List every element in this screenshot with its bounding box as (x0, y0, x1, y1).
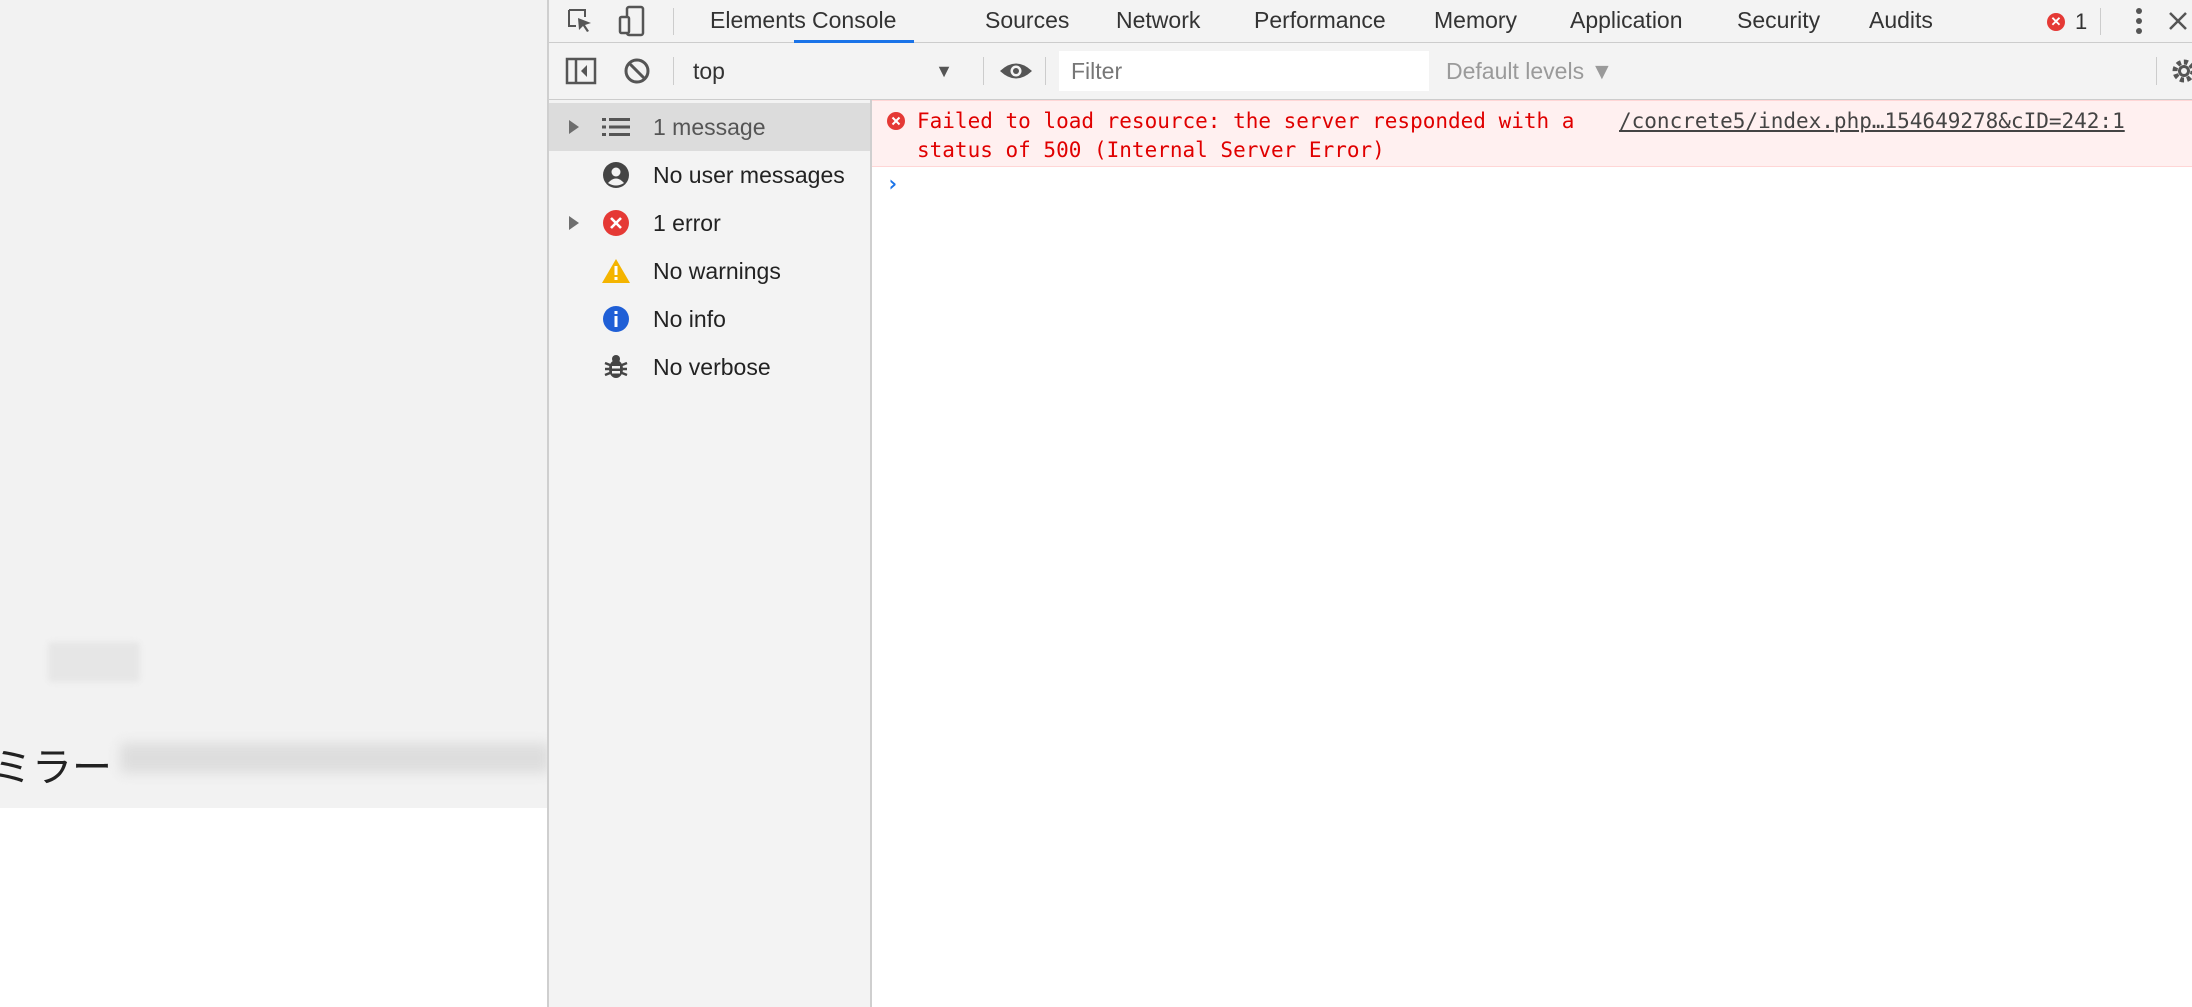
list-icon (601, 112, 631, 142)
tab-performance[interactable]: Performance (1254, 0, 1386, 43)
sidebar-item-label: 1 message (653, 113, 766, 140)
context-value: top (693, 58, 725, 84)
toolbar-separator (673, 57, 674, 85)
sidebar-item-user-messages[interactable]: No user messages (549, 151, 870, 199)
toolbar-separator (983, 57, 984, 85)
error-icon (601, 208, 631, 238)
sidebar-item-verbose[interactable]: No verbose (549, 343, 870, 391)
tab-network[interactable]: Network (1116, 0, 1200, 43)
user-icon (601, 160, 631, 190)
sidebar-item-info[interactable]: No info (549, 295, 870, 343)
warning-icon (601, 256, 631, 286)
tab-audits[interactable]: Audits (1869, 0, 1933, 43)
devtools-tabbar: Elements Console Sources Network Perform… (549, 0, 2192, 43)
sidebar-item-messages[interactable]: 1 message (549, 103, 870, 151)
error-source-link[interactable]: /concrete5/index.php…154649278&cID=242:1 (1619, 107, 2125, 136)
console-messages: Failed to load resource: the server resp… (872, 100, 2192, 1007)
dropdown-arrow-icon: ▼ (935, 61, 953, 81)
sidebar-item-label: 1 error (653, 209, 721, 236)
device-toolbar-icon[interactable] (615, 4, 649, 38)
error-counter[interactable]: ✕ 1 (2047, 0, 2087, 43)
tab-elements[interactable]: Elements (710, 0, 806, 43)
clear-console-icon[interactable] (619, 54, 655, 88)
show-sidebar-icon[interactable] (563, 54, 599, 88)
toolbar-separator (2100, 8, 2101, 35)
error-count: 1 (2075, 8, 2088, 34)
sidebar-item-errors[interactable]: 1 error (549, 199, 870, 247)
inspect-element-icon[interactable] (563, 4, 597, 38)
tab-security[interactable]: Security (1737, 0, 1820, 43)
tab-sources[interactable]: Sources (985, 0, 1069, 43)
page-heading: ミラー (0, 745, 112, 791)
page-content: ミラー (0, 0, 547, 1007)
settings-gear-icon[interactable] (2169, 54, 2192, 88)
console-sidebar: 1 message No user messages 1 error No wa… (549, 100, 872, 1007)
console-error-row[interactable]: Failed to load resource: the server resp… (872, 100, 2192, 167)
expand-arrow-icon[interactable] (569, 120, 579, 134)
console-prompt-icon[interactable]: › (886, 172, 899, 197)
tab-memory[interactable]: Memory (1434, 0, 1517, 43)
log-levels-dropdown[interactable]: Default levels ▼ (1446, 51, 1613, 91)
blurred-text (120, 743, 547, 773)
more-options-icon[interactable] (2127, 4, 2151, 38)
error-message: Failed to load resource: the server resp… (917, 109, 1588, 162)
filter-input[interactable] (1059, 51, 1429, 91)
toolbar-separator (673, 8, 674, 35)
toolbar-separator (2156, 57, 2157, 85)
toolbar-separator (1045, 57, 1046, 85)
sidebar-item-label: No user messages (653, 161, 845, 188)
page-background (0, 0, 547, 808)
context-selector[interactable]: top ▼ (693, 51, 963, 91)
sidebar-item-label: No verbose (653, 353, 771, 380)
sidebar-item-warnings[interactable]: No warnings (549, 247, 870, 295)
error-icon (886, 111, 906, 135)
info-icon (601, 304, 631, 334)
sidebar-item-label: No info (653, 305, 726, 332)
error-icon: ✕ (2047, 12, 2065, 31)
sidebar-item-label: No warnings (653, 257, 781, 284)
expand-arrow-icon[interactable] (569, 216, 579, 230)
bug-icon (601, 352, 631, 382)
close-icon[interactable] (2165, 4, 2191, 38)
live-expression-eye-icon[interactable] (993, 54, 1039, 88)
blurred-element (48, 642, 140, 682)
tab-console[interactable]: Console (794, 0, 915, 43)
console-toolbar: top ▼ Default levels ▼ (549, 43, 2192, 100)
tab-application[interactable]: Application (1570, 0, 1683, 43)
devtools-panel: Elements Console Sources Network Perform… (547, 0, 2192, 1007)
